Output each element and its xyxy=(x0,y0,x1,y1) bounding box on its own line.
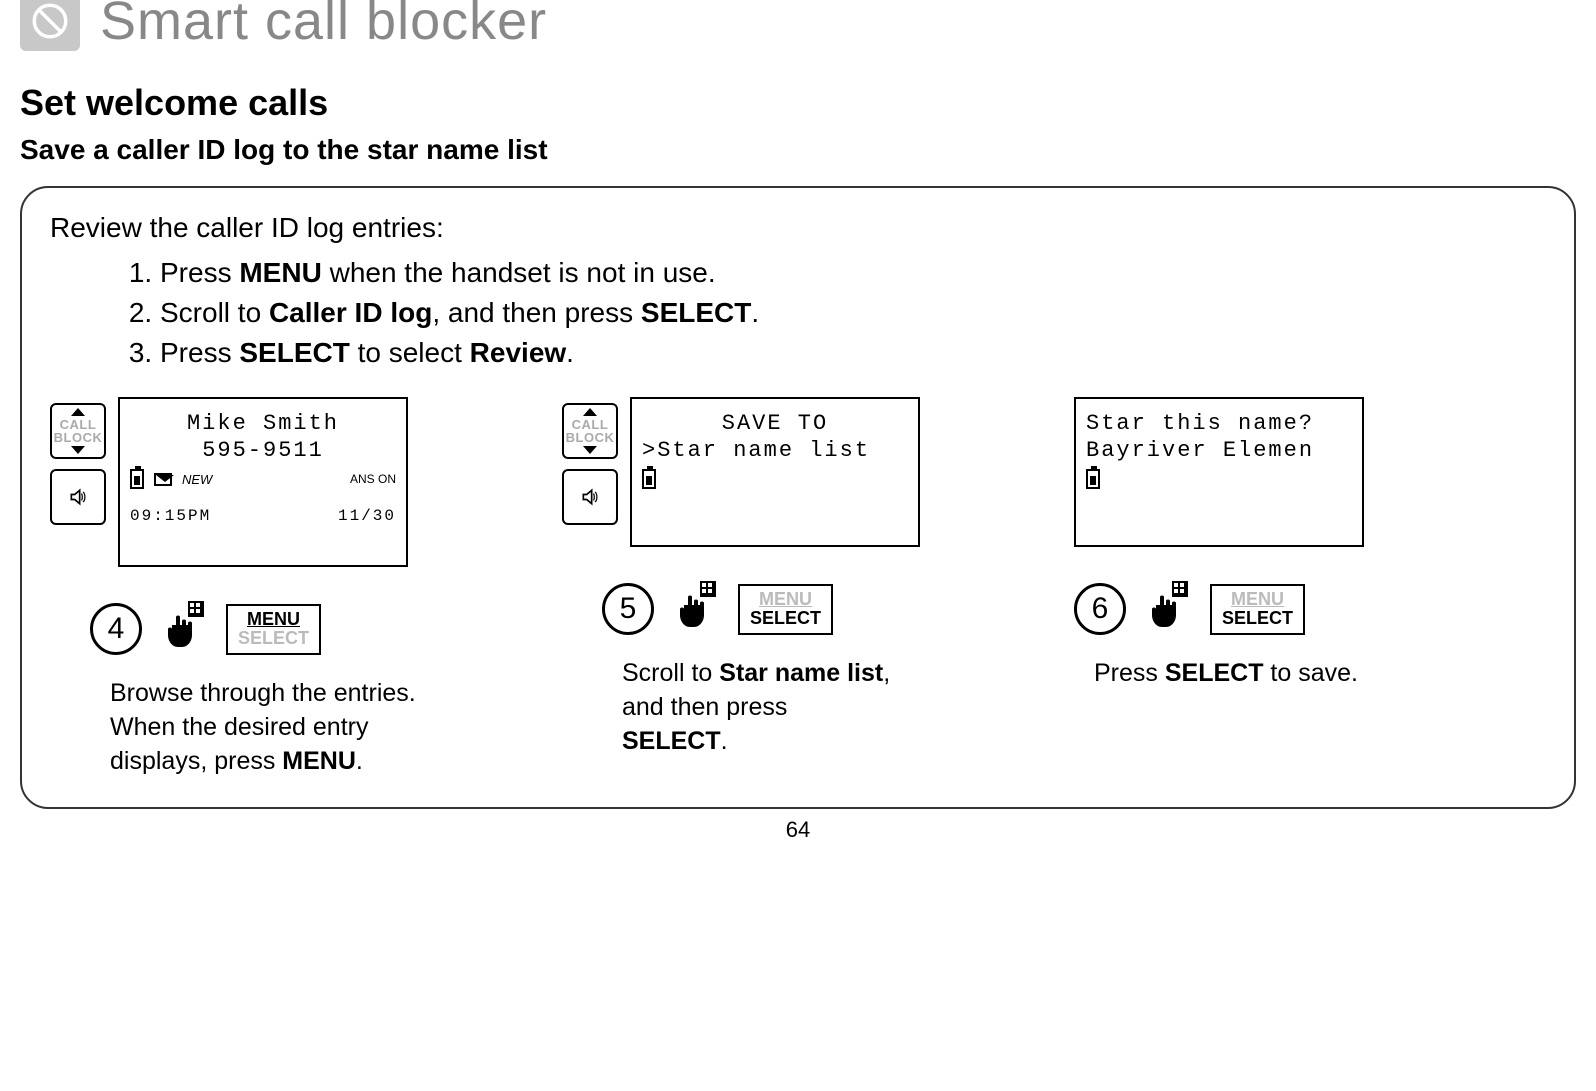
battery-icon xyxy=(130,469,144,489)
down-arrow-icon xyxy=(71,446,85,454)
subsection-title: Save a caller ID log to the star name li… xyxy=(20,134,1576,166)
battery-icon xyxy=(642,469,656,489)
handset-side-buttons: CALL BLOCK xyxy=(562,403,618,525)
section-title: Set welcome calls xyxy=(20,82,1576,124)
press-hand-icon xyxy=(1144,581,1192,637)
handset-screen-6: Star this name? Bayriver Elemen xyxy=(1074,397,1364,547)
step-number-4: 4 xyxy=(90,603,142,655)
envelope-icon xyxy=(154,473,172,486)
call-block-button[interactable]: CALL BLOCK xyxy=(50,403,106,459)
caption-4: Browse through the entries. When the des… xyxy=(50,677,440,778)
instruction-panel: Review the caller ID log entries: Press … xyxy=(20,186,1576,809)
page-header: Smart call blocker xyxy=(20,0,1576,52)
call-date: 11/30 xyxy=(338,507,396,525)
caller-name: Mike Smith xyxy=(130,411,396,436)
step-4-column: CALL BLOCK Mike S xyxy=(50,397,522,778)
page-number: 64 xyxy=(20,817,1576,843)
header-title: Smart call blocker xyxy=(100,0,547,52)
handset-side-buttons: CALL BLOCK xyxy=(50,403,106,525)
menu-select-button-4[interactable]: MENU SELECT xyxy=(226,604,321,656)
speaker-icon xyxy=(67,487,89,507)
up-arrow-icon xyxy=(71,408,85,416)
call-block-button[interactable]: CALL BLOCK xyxy=(562,403,618,459)
press-hand-icon xyxy=(672,581,720,637)
step-number-5: 5 xyxy=(602,583,654,635)
handset-screen-4: Mike Smith 595-9511 NEW ANS ON 09:15PM 1… xyxy=(118,397,408,567)
press-hand-icon xyxy=(160,601,208,657)
menu-select-button-5[interactable]: MENU SELECT xyxy=(738,584,833,636)
caption-6: Press SELECT to save. xyxy=(1074,657,1358,691)
speaker-icon xyxy=(579,487,601,507)
star-question: Star this name? xyxy=(1086,411,1352,436)
new-label: NEW xyxy=(182,472,212,487)
step-3: Press SELECT to select Review. xyxy=(160,334,1546,372)
speaker-button[interactable] xyxy=(50,469,106,525)
phone-block-icon xyxy=(20,0,80,51)
step-number-6: 6 xyxy=(1074,583,1126,635)
entry-name: Bayriver Elemen xyxy=(1086,438,1352,463)
step-5-column: CALL BLOCK SAVE T xyxy=(562,397,1034,758)
up-arrow-icon xyxy=(583,408,597,416)
caption-5: Scroll to Star name list, and then press… xyxy=(562,657,892,758)
step-6-column: Star this name? Bayriver Elemen 6 xyxy=(1074,397,1546,691)
down-arrow-icon xyxy=(583,446,597,454)
speaker-button[interactable] xyxy=(562,469,618,525)
step-list: Press MENU when the handset is not in us… xyxy=(50,254,1546,371)
step-1: Press MENU when the handset is not in us… xyxy=(160,254,1546,292)
caller-number: 595-9511 xyxy=(130,438,396,463)
star-name-list-option: >Star name list xyxy=(642,438,908,463)
battery-icon xyxy=(1086,469,1100,489)
menu-select-button-6[interactable]: MENU SELECT xyxy=(1210,584,1305,636)
call-time: 09:15PM xyxy=(130,507,211,525)
ans-on-label: ANS ON xyxy=(350,472,396,486)
screens-row: CALL BLOCK Mike S xyxy=(50,397,1546,778)
handset-screen-5: SAVE TO >Star name list xyxy=(630,397,920,547)
save-to-label: SAVE TO xyxy=(642,411,908,436)
step-2: Scroll to Caller ID log, and then press … xyxy=(160,294,1546,332)
panel-intro: Review the caller ID log entries: xyxy=(50,212,1546,244)
